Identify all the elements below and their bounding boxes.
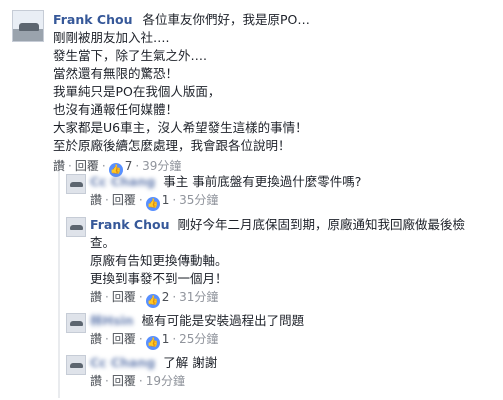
reply-line-0: 剛好今年二月底保固到期，原廠通知我回廠做最後檢 [177, 217, 465, 232]
like-count-icon: 👍 [145, 336, 160, 350]
main-comment-line-7: 至於原廠後續怎麼處理，我會跟各位說明！ [53, 138, 291, 153]
reply-author-name[interactable]: Frank Chou [90, 217, 169, 232]
reply-4-body: Cc Chang 了解 謝謝 [90, 354, 217, 372]
main-author-name[interactable]: Frank Chou [53, 12, 132, 27]
main-comment-line-2: 發生當下，除了生氣之外…. [53, 48, 207, 63]
comment-time[interactable]: 25分鐘 [179, 332, 218, 346]
reply-author-name[interactable]: Cc Chang [90, 354, 155, 372]
like-button[interactable]: 讚 [53, 159, 65, 173]
main-comment-line-4: 我單純只是PO在我個人版面， [53, 84, 221, 99]
reply-avatar[interactable] [66, 355, 86, 375]
like-count-icon: 👍 [145, 197, 160, 211]
main-comment-line-0: 各位車友你們好，我是原PO… [142, 12, 310, 27]
reply-button[interactable]: 回覆 [112, 290, 136, 304]
reply-text: 了解 謝謝 [163, 355, 218, 370]
main-comment-line-5: 也沒有通報任何媒體！ [53, 102, 179, 117]
main-comment-line-1: 剛剛被朋友加入社…. [53, 30, 170, 45]
reply-2-first-line: Frank Chou 剛好今年二月底保固到期，原廠通知我回廠做最後檢 [90, 216, 465, 234]
reply-author-name[interactable]: 林Hsin [90, 312, 134, 330]
reply-3-actions: 讚 · 回覆 · 👍 1 · 25分鐘 [90, 332, 219, 350]
like-button[interactable]: 讚 [90, 374, 102, 388]
comment-time[interactable]: 31分鐘 [179, 290, 218, 304]
reply-line-2: 原廠有告知更換傳動軸。 [90, 253, 228, 268]
like-count[interactable]: 7 [125, 159, 133, 173]
main-author-avatar[interactable] [12, 10, 44, 42]
comment-time[interactable]: 35分鐘 [179, 193, 218, 207]
reply-1-body: Cc Chang 事主 事前底盤有更換過什麼零件嗎? [90, 173, 361, 191]
reply-button[interactable]: 回覆 [112, 332, 136, 346]
reply-text: 極有可能是安裝過程出了問題 [141, 313, 305, 328]
like-count[interactable]: 1 [162, 193, 170, 207]
reply-line-1: 查。 [90, 235, 116, 250]
main-comment-line-3: 當然還有無限的驚恐！ [53, 66, 179, 81]
reply-text: 事主 事前底盤有更換過什麼零件嗎? [163, 174, 362, 189]
reply-1-actions: 讚 · 回覆 · 👍 1 · 35分鐘 [90, 193, 219, 211]
thread-line [58, 168, 60, 398]
reply-3-body: 林Hsin 極有可能是安裝過程出了問題 [90, 312, 304, 330]
reply-avatar[interactable] [66, 217, 86, 237]
reply-button[interactable]: 回覆 [112, 374, 136, 388]
reply-2-actions: 讚 · 回覆 · 👍 2 · 31分鐘 [90, 290, 219, 308]
like-button[interactable]: 讚 [90, 290, 102, 304]
reply-button[interactable]: 回覆 [75, 159, 99, 173]
reply-author-name[interactable]: Cc Chang [90, 173, 155, 191]
like-button[interactable]: 讚 [90, 193, 102, 207]
like-count-icon: 👍 [145, 294, 160, 308]
reply-4-actions: 讚 · 回覆 · 19分鐘 [90, 374, 185, 388]
comment-thread: Frank Chou 各位車友你們好，我是原PO… 剛剛被朋友加入社…. 發生當… [0, 0, 503, 400]
reply-avatar[interactable] [66, 174, 86, 194]
like-count[interactable]: 2 [162, 290, 170, 304]
comment-time[interactable]: 39分鐘 [142, 159, 181, 173]
like-count[interactable]: 1 [162, 332, 170, 346]
like-button[interactable]: 讚 [90, 332, 102, 346]
reply-avatar[interactable] [66, 313, 86, 333]
reply-line-3: 更換到事發不到一個月！ [90, 271, 228, 286]
main-comment-line-6: 大家都是U6車主，沒人希望發生這樣的事情！ [53, 120, 308, 135]
main-comment-first-line: Frank Chou 各位車友你們好，我是原PO… [53, 11, 310, 29]
reply-button[interactable]: 回覆 [112, 193, 136, 207]
comment-time[interactable]: 19分鐘 [146, 374, 185, 388]
